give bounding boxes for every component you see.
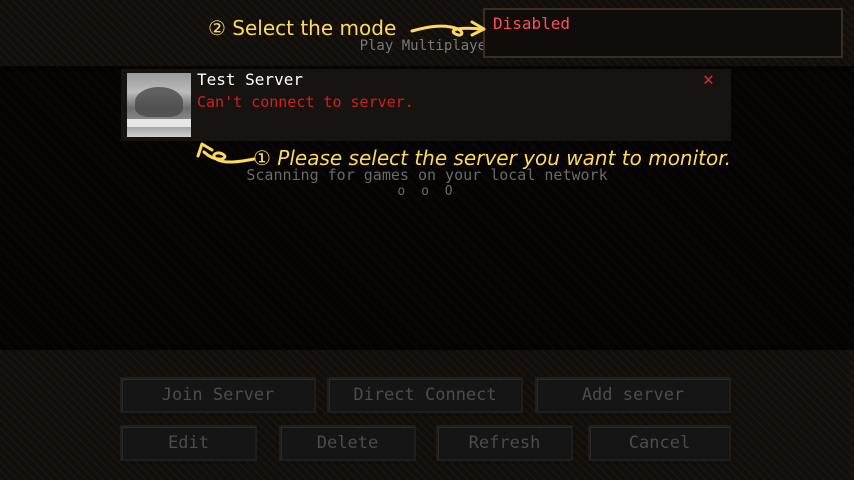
- mode-selector[interactable]: Disabled: [483, 8, 843, 58]
- no-connection-icon: ✕: [703, 69, 714, 90]
- server-name: Test Server: [197, 70, 303, 89]
- direct-connect-button[interactable]: Direct Connect: [327, 377, 523, 413]
- server-entry[interactable]: Test Server Can't connect to server. ✕: [121, 69, 731, 141]
- mode-value: Disabled: [493, 14, 571, 33]
- annotation-step2: ② Select the mode: [208, 16, 397, 40]
- delete-button[interactable]: Delete: [279, 425, 416, 461]
- cancel-button[interactable]: Cancel: [588, 425, 731, 461]
- arrow-right-icon: [410, 20, 486, 37]
- refresh-button[interactable]: Refresh: [436, 425, 573, 461]
- edit-button[interactable]: Edit: [120, 425, 257, 461]
- lan-scan-indicator: o o O: [397, 184, 457, 199]
- join-server-button[interactable]: Join Server: [120, 377, 316, 413]
- server-status: Can't connect to server.: [197, 93, 414, 111]
- server-thumbnail: [127, 73, 191, 137]
- add-server-button[interactable]: Add server: [535, 377, 731, 413]
- annotation-step1: ① Please select the server you want to m…: [253, 146, 731, 170]
- arrow-left-icon: [196, 142, 256, 164]
